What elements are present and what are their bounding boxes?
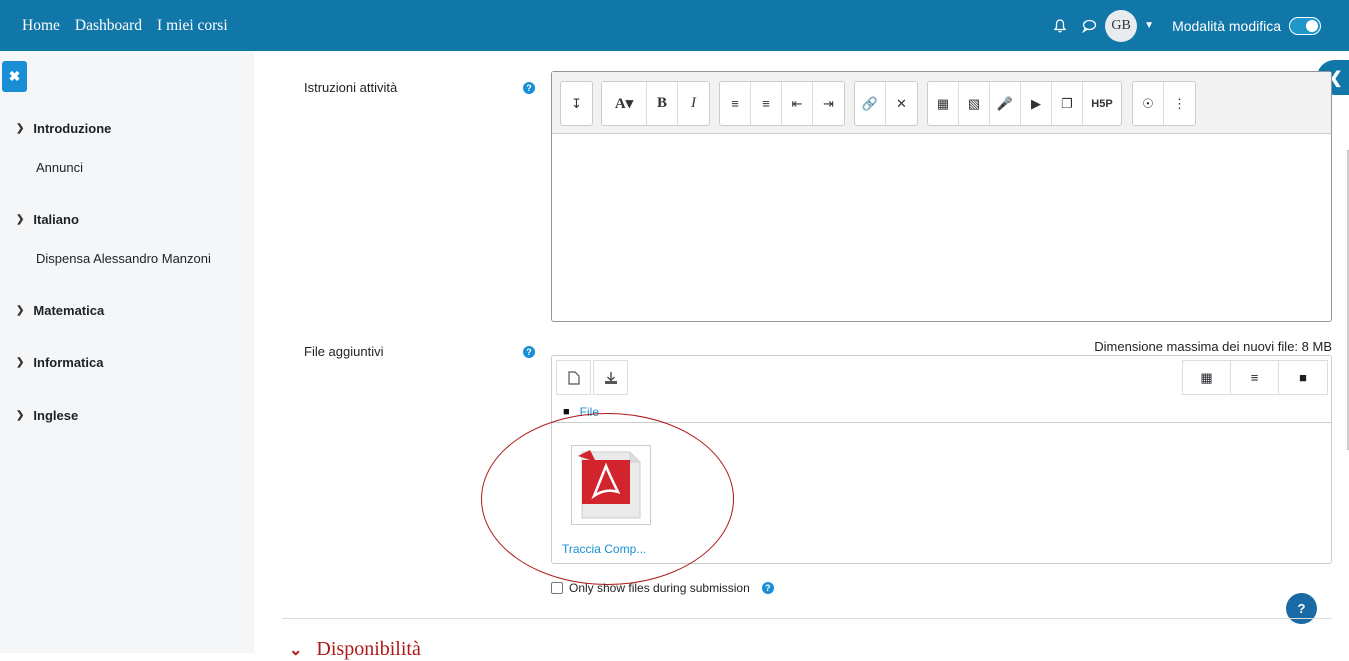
only-show-files-label: Only show files during submission [569, 581, 750, 595]
unordered-list-icon[interactable]: ≡ [720, 82, 751, 125]
section-title: Italiano [33, 212, 79, 227]
bold-icon[interactable]: B [647, 82, 678, 125]
expand-icon[interactable]: ↧ [561, 82, 592, 125]
max-file-size-text: Dimensione massima dei nuovi file: 8 MB [1094, 339, 1332, 354]
toolbar-group-accessibility: ☉ ⋮ [1132, 81, 1196, 126]
toolbar-group-lists: ≡ ≡ ⇤ ⇥ [719, 81, 845, 126]
editor-toolbar: ↧ A▾ B I ≡ ≡ ⇤ ⇥ 🔗 ✕ ▦ ▧ 🎤 ▶ ❐ H5P ☉ ⋮ [552, 72, 1331, 134]
drawer-section-introduzione[interactable]: ❯ Introduzione [16, 121, 111, 136]
primary-navigation: Home Dashboard I miei corsi [22, 17, 243, 35]
chevron-down-icon: ❯ [16, 410, 25, 421]
media-icon[interactable]: ▧ [959, 82, 990, 125]
image-icon[interactable]: ▦ [928, 82, 959, 125]
collapse-chevron-icon: ⌄ [289, 641, 303, 659]
file-icon [567, 370, 580, 385]
toolbar-group-links: 🔗 ✕ [854, 81, 918, 126]
folder-view-icon[interactable]: ■ [1279, 361, 1327, 394]
view-mode-switcher: ▦ ≡ ■ [1182, 360, 1328, 395]
section-title: Informatica [33, 355, 104, 370]
toolbar-group-expand: ↧ [560, 81, 593, 126]
link-icon[interactable]: 🔗 [855, 82, 886, 125]
drawer-section-italiano[interactable]: ❯ Italiano [16, 212, 79, 227]
outdent-icon[interactable]: ⇤ [782, 82, 813, 125]
italic-icon[interactable]: I [678, 82, 709, 125]
manage-files-icon[interactable]: ❐ [1052, 82, 1083, 125]
h5p-icon[interactable]: H5P [1083, 82, 1121, 125]
list-view-icon[interactable]: ≡ [1231, 361, 1279, 394]
messages-chat-icon[interactable] [1081, 19, 1097, 33]
drawer-item-dispensa[interactable]: Dispensa Alessandro Manzoni [36, 251, 211, 266]
edit-mode-toggle[interactable] [1289, 16, 1321, 35]
download-icon [604, 371, 617, 384]
nav-my-courses-link[interactable]: I miei corsi [157, 17, 228, 35]
font-color-icon[interactable]: A▾ [602, 82, 647, 125]
indent-icon[interactable]: ⇥ [813, 82, 844, 125]
help-icon[interactable]: ? [761, 582, 774, 594]
chevron-down-icon: ❯ [16, 305, 25, 316]
instructions-label: Istruzioni attività [304, 80, 398, 95]
drawer-section-informatica[interactable]: ❯ Informatica [16, 355, 103, 370]
user-menu-area: GB ▼ Modalità modifica [1053, 0, 1321, 51]
file-manager-toolbar: ▦ ≡ ■ ■ File [552, 356, 1331, 423]
nav-dashboard-link[interactable]: Dashboard [75, 17, 142, 35]
instructions-editor[interactable]: ↧ A▾ B I ≡ ≡ ⇤ ⇥ 🔗 ✕ ▦ ▧ 🎤 ▶ ❐ H5P ☉ ⋮ [551, 71, 1332, 322]
chevron-down-icon: ❯ [16, 357, 25, 368]
toolbar-group-media: ▦ ▧ 🎤 ▶ ❐ H5P [927, 81, 1122, 126]
unlink-icon[interactable]: ✕ [886, 82, 917, 125]
record-audio-icon[interactable]: 🎤 [990, 82, 1021, 125]
nav-home-link[interactable]: Home [22, 17, 60, 35]
availability-section-header[interactable]: ⌄ Disponibilità [289, 638, 421, 661]
additional-files-label: File aggiuntivi [304, 344, 384, 359]
drawer-section-inglese[interactable]: ❯ Inglese [16, 408, 78, 423]
drawer-item-annunci[interactable]: Annunci [36, 160, 83, 175]
close-icon: ✖ [8, 68, 21, 84]
floating-help-button[interactable]: ? [1286, 593, 1317, 624]
top-navbar: Home Dashboard I miei corsi GB ▼ Modalit… [0, 0, 1349, 51]
add-file-button[interactable] [556, 360, 591, 395]
user-menu-chevron-down-icon[interactable]: ▼ [1144, 20, 1154, 31]
notifications-bell-icon[interactable] [1053, 18, 1067, 33]
close-drawer-button[interactable]: ✖ [2, 61, 27, 92]
edit-mode-label: Modalità modifica [1172, 17, 1281, 34]
download-all-button[interactable] [593, 360, 628, 395]
ordered-list-icon[interactable]: ≡ [751, 82, 782, 125]
course-index-drawer: ✖ [0, 51, 254, 653]
annotation-highlight-circle [481, 413, 734, 585]
drawer-section-matematica[interactable]: ❯ Matematica [16, 303, 104, 318]
help-icon[interactable]: ? [523, 82, 535, 94]
section-title: Inglese [33, 408, 79, 423]
chevron-down-icon: ❯ [16, 214, 25, 225]
record-video-icon[interactable]: ▶ [1021, 82, 1052, 125]
only-show-files-option[interactable]: Only show files during submission ? [551, 581, 774, 595]
user-avatar[interactable]: GB [1105, 9, 1138, 42]
help-icon[interactable]: ? [523, 346, 535, 358]
screenreader-helper-icon[interactable]: ⋮ [1164, 82, 1195, 125]
chevron-down-icon: ❯ [16, 123, 25, 134]
section-title: Introduzione [33, 121, 112, 136]
section-title: Matematica [33, 303, 105, 318]
section-divider [282, 618, 1332, 619]
accessibility-checker-icon[interactable]: ☉ [1133, 82, 1164, 125]
grid-view-icon[interactable]: ▦ [1183, 361, 1231, 394]
only-show-files-checkbox[interactable] [551, 582, 563, 594]
availability-section-title: Disponibilità [316, 638, 421, 660]
toolbar-group-style: A▾ B I [601, 81, 710, 126]
